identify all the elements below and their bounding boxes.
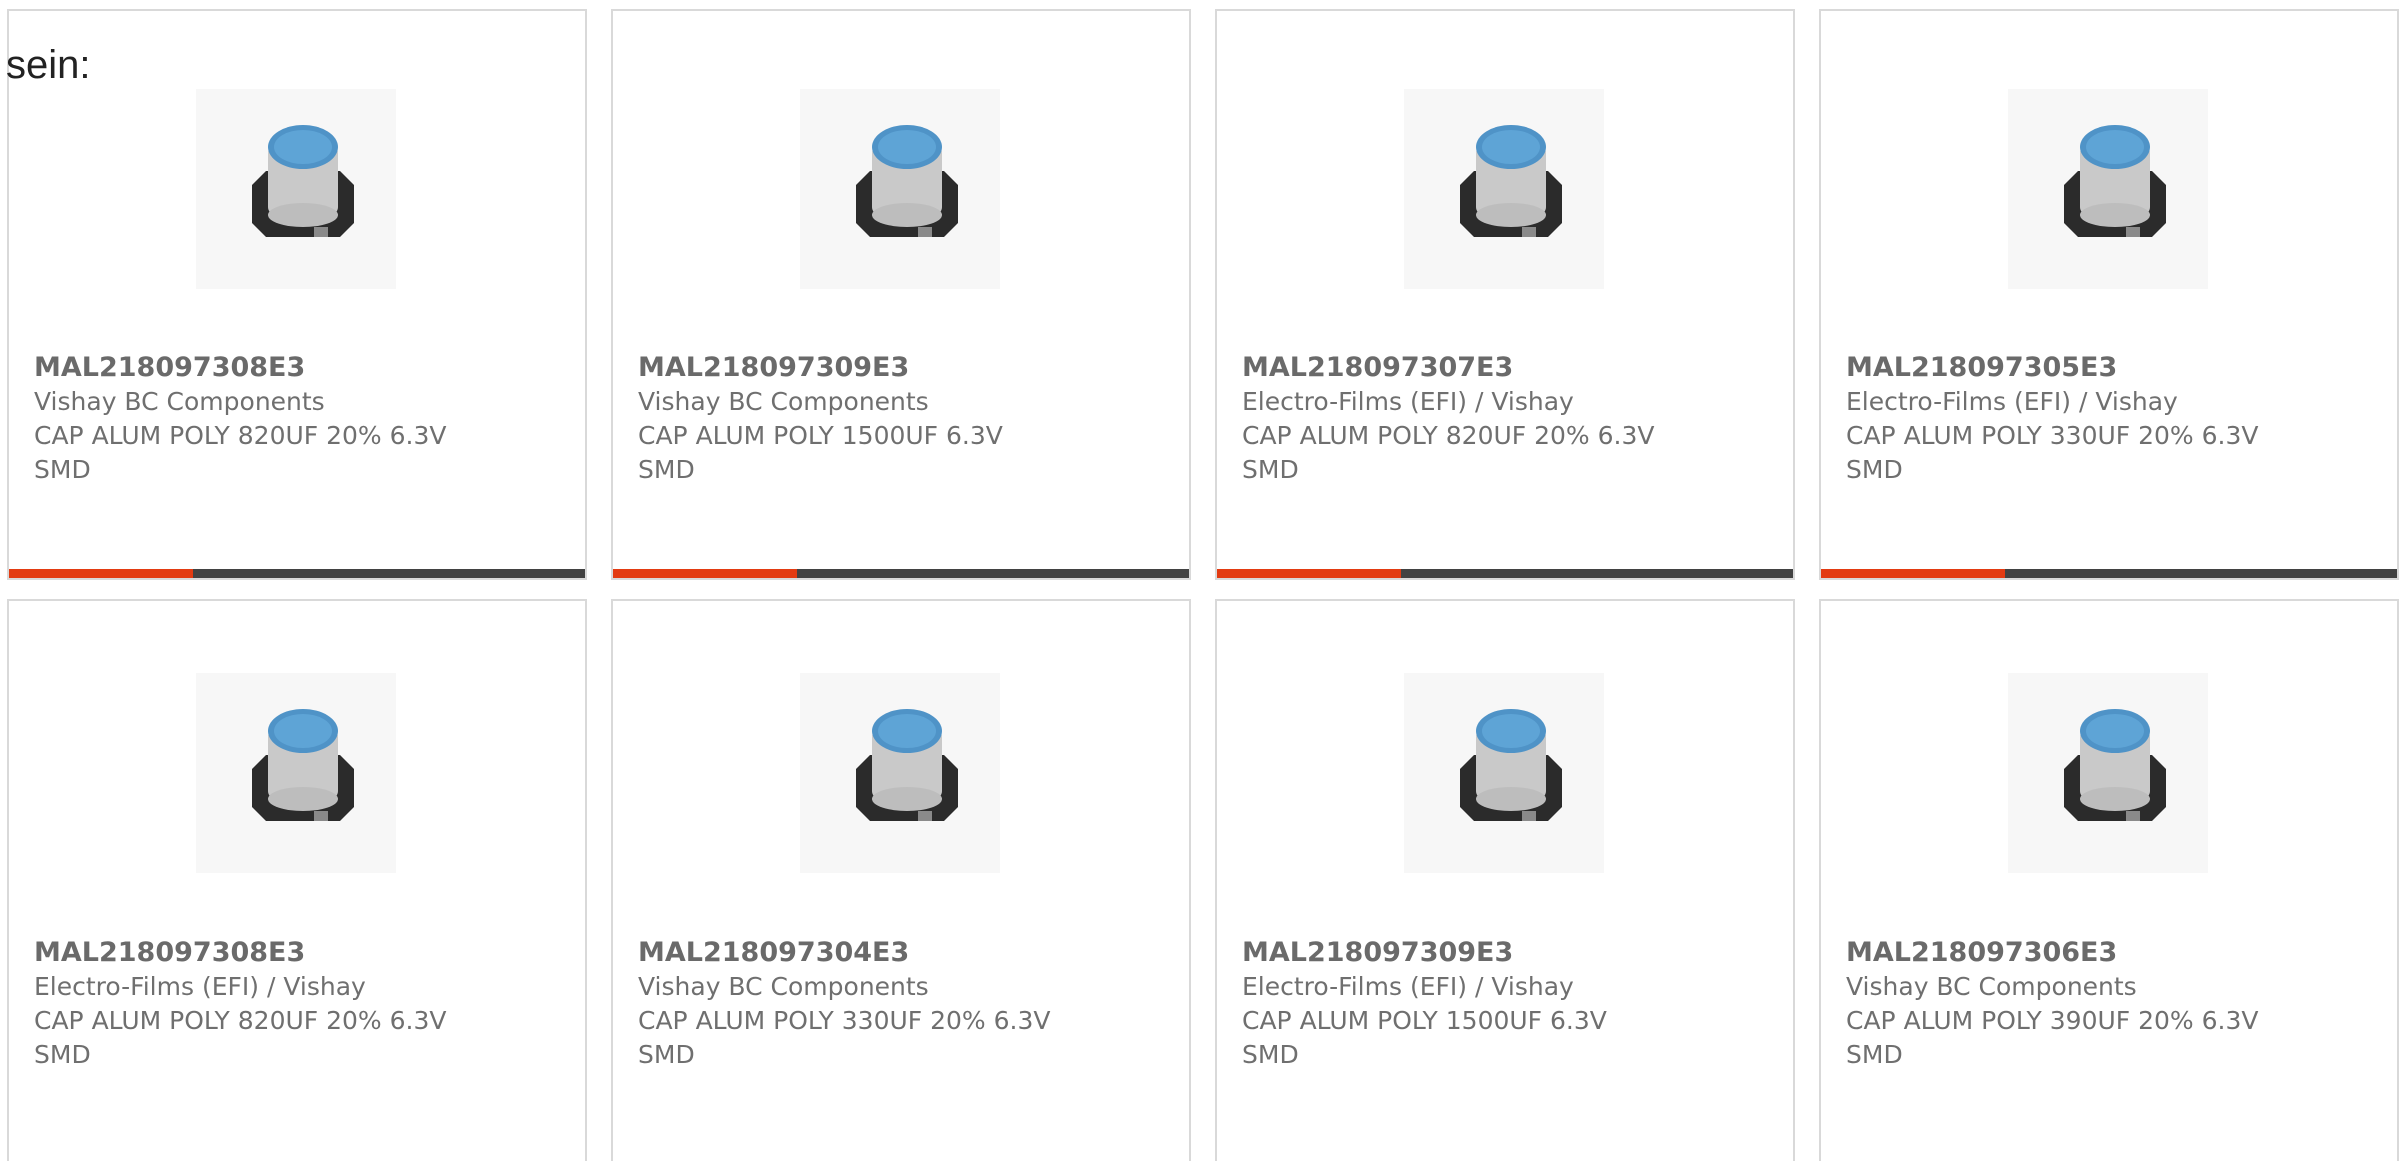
product-info: MAL218097309E3 Vishay BC Components CAP … (638, 351, 1169, 487)
package: SMD (34, 455, 91, 484)
smd-capacitor-icon (1404, 673, 1604, 873)
product-info: MAL218097308E3 Electro-Films (EFI) / Vis… (34, 936, 565, 1072)
description: CAP ALUM POLY 820UF 20% 6.3V (1242, 421, 1655, 450)
product-card[interactable]: MAL218097305E3 Electro-Films (EFI) / Vis… (1819, 9, 2399, 580)
carousel-progress-fill (9, 569, 194, 578)
description: CAP ALUM POLY 1500UF 6.3V (638, 421, 1003, 450)
product-info: MAL218097305E3 Electro-Films (EFI) / Vis… (1846, 351, 2377, 487)
description: CAP ALUM POLY 390UF 20% 6.3V (1846, 1006, 2259, 1035)
description: CAP ALUM POLY 330UF 20% 6.3V (1846, 421, 2259, 450)
part-number[interactable]: MAL218097307E3 (1242, 351, 1773, 385)
description: CAP ALUM POLY 330UF 20% 6.3V (638, 1006, 1051, 1035)
part-number[interactable]: MAL218097304E3 (638, 936, 1169, 970)
package: SMD (1242, 1040, 1299, 1069)
carousel-progress-bar (1217, 569, 1793, 578)
carousel-progress-bar (9, 569, 585, 578)
product-info: MAL218097307E3 Electro-Films (EFI) / Vis… (1242, 351, 1773, 487)
product-info: MAL218097304E3 Vishay BC Components CAP … (638, 936, 1169, 1072)
smd-capacitor-icon (800, 673, 1000, 873)
description: CAP ALUM POLY 1500UF 6.3V (1242, 1006, 1607, 1035)
product-grid: MAL218097308E3 Vishay BC Components CAP … (0, 0, 2400, 1161)
part-number[interactable]: MAL218097309E3 (1242, 936, 1773, 970)
package: SMD (1242, 455, 1299, 484)
carousel-progress-fill (1217, 569, 1402, 578)
manufacturer: Vishay BC Components (1846, 972, 2137, 1001)
manufacturer: Vishay BC Components (638, 972, 929, 1001)
product-card[interactable]: MAL218097304E3 Vishay BC Components CAP … (611, 599, 1191, 1161)
product-info: MAL218097308E3 Vishay BC Components CAP … (34, 351, 565, 487)
part-number[interactable]: MAL218097306E3 (1846, 936, 2377, 970)
product-card[interactable]: MAL218097309E3 Electro-Films (EFI) / Vis… (1215, 599, 1795, 1161)
manufacturer: Vishay BC Components (34, 387, 325, 416)
carousel-progress-bar (613, 569, 1189, 578)
description: CAP ALUM POLY 820UF 20% 6.3V (34, 1006, 447, 1035)
part-number[interactable]: MAL218097308E3 (34, 351, 565, 385)
carousel-progress-bar (1821, 569, 2397, 578)
part-number[interactable]: MAL218097305E3 (1846, 351, 2377, 385)
package: SMD (638, 1040, 695, 1069)
manufacturer: Vishay BC Components (638, 387, 929, 416)
package: SMD (34, 1040, 91, 1069)
carousel-progress-fill (613, 569, 798, 578)
page: sein: MAL218097308E3 Vishay BC Component… (0, 0, 2400, 1161)
manufacturer: Electro-Films (EFI) / Vishay (34, 972, 366, 1001)
product-info: MAL218097309E3 Electro-Films (EFI) / Vis… (1242, 936, 1773, 1072)
package: SMD (1846, 1040, 1903, 1069)
carousel-progress-fill (1821, 569, 2006, 578)
smd-capacitor-icon (196, 89, 396, 289)
smd-capacitor-icon (2008, 89, 2208, 289)
manufacturer: Electro-Films (EFI) / Vishay (1242, 972, 1574, 1001)
part-number[interactable]: MAL218097309E3 (638, 351, 1169, 385)
smd-capacitor-icon (2008, 673, 2208, 873)
product-card[interactable]: MAL218097309E3 Vishay BC Components CAP … (611, 9, 1191, 580)
manufacturer: Electro-Films (EFI) / Vishay (1846, 387, 2178, 416)
package: SMD (638, 455, 695, 484)
product-info: MAL218097306E3 Vishay BC Components CAP … (1846, 936, 2377, 1072)
intro-text: sein: (6, 43, 91, 87)
product-card[interactable]: MAL218097307E3 Electro-Films (EFI) / Vis… (1215, 9, 1795, 580)
product-card[interactable]: MAL218097308E3 Electro-Films (EFI) / Vis… (7, 599, 587, 1161)
smd-capacitor-icon (196, 673, 396, 873)
manufacturer: Electro-Films (EFI) / Vishay (1242, 387, 1574, 416)
description: CAP ALUM POLY 820UF 20% 6.3V (34, 421, 447, 450)
smd-capacitor-icon (800, 89, 1000, 289)
package: SMD (1846, 455, 1903, 484)
smd-capacitor-icon (1404, 89, 1604, 289)
product-card[interactable]: MAL218097306E3 Vishay BC Components CAP … (1819, 599, 2399, 1161)
part-number[interactable]: MAL218097308E3 (34, 936, 565, 970)
product-card[interactable]: MAL218097308E3 Vishay BC Components CAP … (7, 9, 587, 580)
